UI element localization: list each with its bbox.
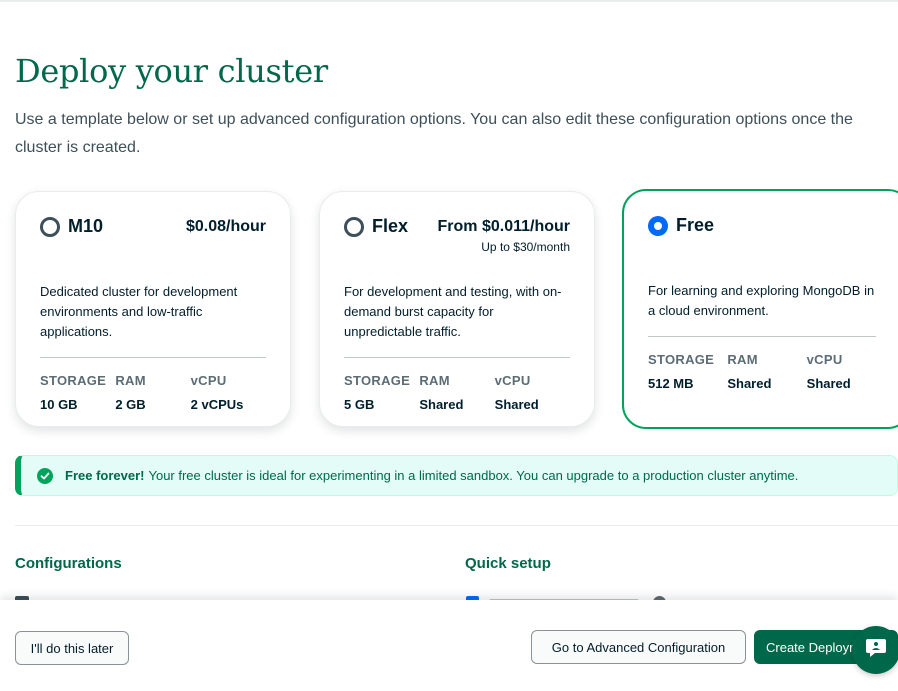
do-later-button[interactable]: I'll do this later	[15, 631, 129, 665]
tier-radio-m10[interactable]	[40, 216, 60, 237]
page-title: Deploy your cluster	[15, 52, 328, 90]
spec-label: vCPU	[806, 352, 843, 367]
tier-price-cap: Up to $30/month	[481, 240, 570, 254]
spec-value: 5 GB	[344, 397, 375, 412]
tier-radio-free[interactable]	[648, 215, 668, 236]
spec-label: RAM	[419, 373, 450, 388]
banner-strong: Free forever!	[65, 468, 145, 483]
footer-action-bar: I'll do this later Go to Advanced Config…	[0, 600, 898, 691]
tier-card-free[interactable]: Free For learning and exploring MongoDB …	[622, 189, 898, 429]
tier-name: M10	[68, 216, 104, 236]
chat-support-button[interactable]	[852, 626, 898, 674]
advanced-configuration-button[interactable]: Go to Advanced Configuration	[531, 630, 746, 664]
spec-value: Shared	[727, 376, 772, 391]
spec-label: STORAGE	[344, 373, 411, 388]
banner-text: Your free cluster is ideal for experimen…	[148, 468, 799, 483]
page-subtitle: Use a template below or set up advanced …	[15, 111, 853, 156]
tier-description: Dedicated cluster for development enviro…	[40, 282, 266, 358]
tier-description: For learning and exploring MongoDB in a …	[648, 281, 876, 337]
tier-specs: STORAGE 10 GB RAM 2 GB vCPU 2 vCPUs	[40, 373, 266, 412]
top-divider	[0, 0, 898, 2]
spec-label: vCPU	[190, 373, 227, 388]
spec-label: vCPU	[494, 373, 531, 388]
tier-radio-flex[interactable]	[344, 216, 364, 237]
tier-specs: STORAGE 5 GB RAM Shared vCPU Shared	[344, 373, 570, 412]
free-forever-banner: Free forever! Your free cluster is ideal…	[15, 455, 898, 496]
spec-value: 2 vCPUs	[190, 397, 244, 412]
tier-description: For development and testing, with on-dem…	[344, 282, 570, 358]
check-circle-icon	[37, 467, 53, 484]
spec-value: 10 GB	[40, 397, 78, 412]
tier-name: Free	[676, 215, 715, 235]
configurations-heading: Configurations	[15, 555, 122, 572]
tier-specs: STORAGE 512 MB RAM Shared vCPU Shared	[648, 352, 886, 391]
section-divider	[15, 525, 898, 526]
spec-label: STORAGE	[648, 352, 715, 367]
spec-value: 2 GB	[115, 397, 146, 412]
tier-card-m10[interactable]: M10 $0.08/hour Dedicated cluster for dev…	[15, 191, 291, 427]
spec-label: STORAGE	[40, 373, 107, 388]
quick-setup-heading: Quick setup	[465, 555, 551, 572]
spec-value: Shared	[494, 397, 539, 412]
tier-card-flex[interactable]: Flex From $0.011/hour Up to $30/month Fo…	[319, 191, 595, 427]
tier-price: $0.08/hour	[185, 218, 266, 235]
spec-value: Shared	[806, 376, 851, 391]
chat-support-icon	[865, 638, 887, 663]
spec-value: 512 MB	[648, 376, 694, 391]
tier-name: Flex	[372, 216, 409, 236]
spec-label: RAM	[115, 373, 146, 388]
spec-label: RAM	[727, 352, 758, 367]
tier-price: From $0.011/hour	[437, 218, 571, 235]
spec-value: Shared	[419, 397, 464, 412]
